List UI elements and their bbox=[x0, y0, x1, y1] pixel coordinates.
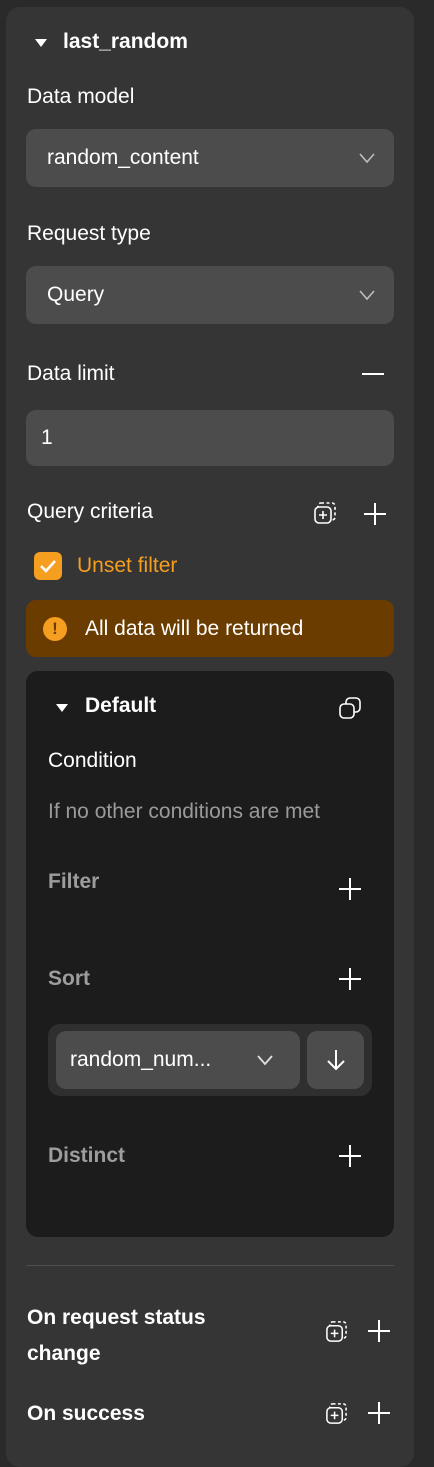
warning-banner: ! All data will be returned bbox=[26, 600, 394, 657]
add-action-group-icon[interactable] bbox=[325, 1320, 348, 1343]
data-limit-label: Data limit bbox=[27, 362, 115, 385]
on-success-label: On success bbox=[27, 1402, 145, 1425]
add-action-plus-icon[interactable] bbox=[368, 1402, 390, 1424]
divider bbox=[26, 1265, 394, 1266]
add-action-group-icon[interactable] bbox=[325, 1402, 348, 1425]
add-filter-plus-icon[interactable] bbox=[339, 878, 361, 900]
warning-text: All data will be returned bbox=[85, 617, 304, 640]
data-limit-input[interactable]: 1 bbox=[26, 410, 394, 466]
data-model-value: random_content bbox=[47, 146, 199, 169]
chevron-down-icon bbox=[359, 290, 375, 301]
add-condition-group-icon[interactable] bbox=[313, 501, 337, 525]
unset-filter-checkbox[interactable] bbox=[34, 552, 62, 580]
duplicate-icon[interactable] bbox=[338, 696, 362, 720]
condition-label: Condition bbox=[48, 749, 137, 772]
filter-label: Filter bbox=[48, 870, 100, 893]
chevron-down-icon bbox=[257, 1055, 273, 1066]
sort-direction-button[interactable] bbox=[307, 1031, 364, 1089]
request-type-label: Request type bbox=[27, 222, 151, 245]
on-request-status-change-line1: On request status bbox=[27, 1306, 206, 1329]
sort-field-value: random_num... bbox=[70, 1048, 212, 1071]
request-title: last_random bbox=[63, 30, 188, 53]
unset-filter-label[interactable]: Unset filter bbox=[77, 554, 177, 578]
on-request-status-change-label: On request status change bbox=[27, 1300, 206, 1372]
add-criteria-plus-icon[interactable] bbox=[363, 502, 387, 526]
add-sort-plus-icon[interactable] bbox=[339, 968, 361, 990]
add-action-plus-icon[interactable] bbox=[368, 1320, 390, 1342]
condition-text: If no other conditions are met bbox=[48, 800, 320, 823]
checkmark-icon bbox=[40, 560, 56, 573]
chevron-down-icon bbox=[359, 153, 375, 164]
sort-label: Sort bbox=[48, 967, 90, 990]
exclamation-icon: ! bbox=[43, 617, 67, 641]
sort-field-select[interactable]: random_num... bbox=[56, 1031, 300, 1089]
collapse-caret-icon[interactable] bbox=[34, 37, 48, 49]
request-type-select[interactable]: Query bbox=[26, 266, 394, 324]
arrow-down-icon bbox=[327, 1050, 345, 1071]
default-card-title: Default bbox=[85, 694, 157, 717]
distinct-label: Distinct bbox=[48, 1144, 126, 1167]
request-type-value: Query bbox=[47, 283, 105, 306]
on-request-status-change-line2: change bbox=[27, 1342, 101, 1365]
data-model-select[interactable]: random_content bbox=[26, 129, 394, 187]
add-distinct-plus-icon[interactable] bbox=[339, 1145, 361, 1167]
data-limit-value: 1 bbox=[41, 426, 53, 449]
data-model-label: Data model bbox=[27, 85, 135, 108]
remove-limit-minus-icon[interactable] bbox=[360, 363, 386, 385]
query-criteria-label: Query criteria bbox=[27, 500, 154, 523]
collapse-caret-icon[interactable] bbox=[55, 702, 69, 714]
